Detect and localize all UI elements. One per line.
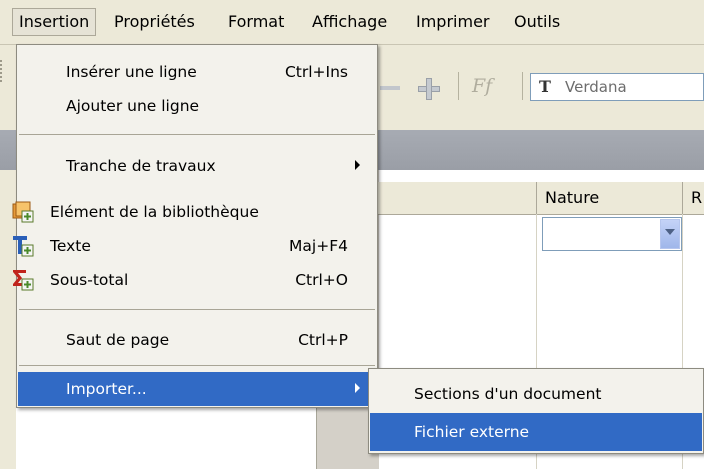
submenu-item-label: Sections d'un document (414, 385, 602, 403)
menu-separator (19, 365, 375, 366)
library-element-icon (12, 201, 34, 223)
menu-separator (19, 309, 375, 310)
menu-imprimer-label: Imprimer (416, 12, 490, 31)
font-select[interactable]: T Verdana (530, 73, 704, 101)
text-insert-icon (13, 236, 34, 257)
menu-outils-label: Outils (514, 12, 561, 31)
menu-item-shortcut: Ctrl+P (298, 331, 348, 349)
add-row-icon[interactable] (418, 78, 440, 100)
menu-insertion[interactable]: Insertion (12, 8, 97, 36)
menu-item-texte[interactable]: Texte Maj+F4 (13, 229, 376, 263)
column-header-nature[interactable]: Nature (536, 182, 682, 214)
menu-item-label: Insérer une ligne (66, 63, 197, 81)
menu-proprietes-label: Propriétés (114, 12, 195, 31)
submenu-arrow-icon (355, 383, 360, 393)
column-header-nature-label: Nature (545, 188, 600, 207)
menu-item-shortcut: Maj+F4 (289, 237, 348, 255)
submenu-item-label: Fichier externe (414, 423, 530, 441)
remove-row-icon[interactable] (380, 86, 400, 90)
menu-item-label: Elément de la bibliothèque (50, 203, 259, 221)
menu-item-label: Importer... (66, 380, 147, 398)
menu-affichage-label: Affichage (312, 12, 388, 31)
menu-item-shortcut: Ctrl+Ins (284, 63, 348, 81)
insertion-menu: Insérer une ligne Ctrl+Ins Ajouter une l… (12, 44, 378, 408)
menu-separator (19, 134, 375, 135)
truetype-font-icon: T (539, 77, 551, 96)
menu-outils[interactable]: Outils (508, 9, 566, 35)
toolbar-separator (522, 72, 523, 100)
grid-header-row: Nature R (378, 182, 704, 215)
menu-item-ajouter-ligne[interactable]: Ajouter une ligne (18, 89, 376, 123)
submenu-arrow-icon (355, 160, 360, 170)
subtotal-icon (13, 270, 34, 291)
import-submenu: Sections d'un document Fichier externe (368, 368, 704, 454)
submenu-item-sections-document[interactable]: Sections d'un document (370, 375, 702, 413)
toolbar-grip[interactable] (0, 60, 8, 82)
column-header-r[interactable]: R (682, 182, 704, 214)
menu-item-saut-page[interactable]: Saut de page Ctrl+P (18, 323, 376, 357)
menu-item-element-bibliotheque[interactable]: Elément de la bibliothèque (12, 195, 376, 229)
menu-item-label: Texte (50, 237, 91, 255)
menu-item-tranche-travaux[interactable]: Tranche de travaux (18, 149, 376, 183)
chevron-down-icon[interactable] (660, 219, 680, 249)
toolbar-separator (458, 72, 459, 100)
nature-combo[interactable] (542, 217, 682, 251)
menu-item-label: Sous-total (50, 271, 129, 289)
column-header-r-label: R (691, 188, 703, 207)
menu-item-label: Tranche de travaux (66, 157, 216, 175)
menu-affichage[interactable]: Affichage (306, 9, 393, 35)
menu-format[interactable]: Format (222, 9, 290, 35)
menu-item-sous-total[interactable]: Sous-total Ctrl+O (13, 263, 376, 297)
menu-proprietes[interactable]: Propriétés (108, 9, 201, 35)
menu-item-label: Ajouter une ligne (66, 97, 200, 115)
menu-bar: Insertion Propriétés Format Affichage Im… (0, 0, 704, 45)
submenu-item-fichier-externe[interactable]: Fichier externe (370, 413, 702, 451)
menu-item-shortcut: Ctrl+O (295, 271, 348, 289)
font-format-icon[interactable]: Ff (472, 75, 492, 97)
font-name: Verdana (565, 78, 627, 96)
menu-imprimer[interactable]: Imprimer (410, 9, 496, 35)
menu-item-label: Saut de page (66, 331, 170, 349)
menu-item-inserer-ligne[interactable]: Insérer une ligne Ctrl+Ins (18, 55, 376, 89)
menu-format-label: Format (228, 12, 285, 31)
menu-item-importer[interactable]: Importer... (18, 372, 376, 406)
menu-insertion-label: Insertion (19, 12, 90, 31)
